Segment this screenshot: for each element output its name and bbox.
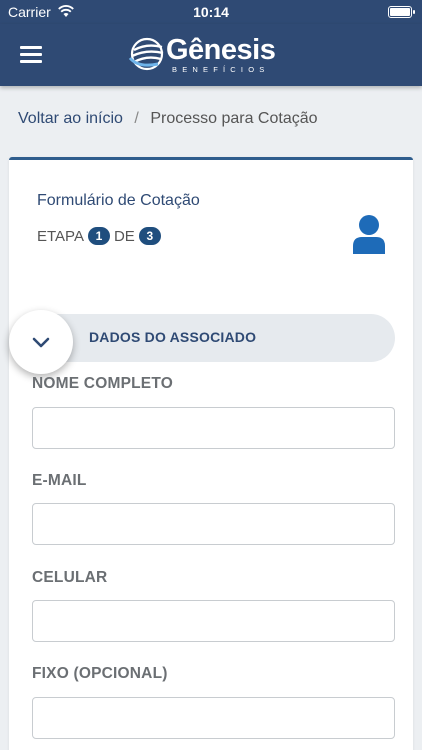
chevron-down-icon — [32, 337, 50, 348]
globe-logo-icon — [128, 37, 164, 71]
step-of: DE — [113, 227, 135, 245]
step-current-badge: 1 — [87, 227, 110, 245]
logo-wordmark: Gênesis — [166, 34, 276, 66]
user-icon — [353, 215, 385, 254]
email-input[interactable] — [32, 503, 395, 545]
breadcrumb: Voltar ao início / Processo para Cotação — [18, 110, 318, 128]
battery-icon — [388, 6, 415, 18]
full-name-input[interactable] — [32, 407, 395, 449]
hamburger-menu-icon[interactable] — [20, 44, 44, 64]
logo-subtitle: BENEFÍCIOS — [172, 65, 270, 74]
step-prefix: ETAPA — [37, 227, 84, 245]
step-indicator: ETAPA 1 DE 3 — [37, 227, 165, 245]
mobile-label: CELULAR — [32, 569, 108, 586]
clock: 10:14 — [193, 4, 229, 20]
collapse-section-button[interactable] — [9, 310, 73, 374]
mobile-input[interactable] — [32, 600, 395, 642]
breadcrumb-home-link[interactable]: Voltar ao início — [18, 110, 123, 127]
section-header-associado[interactable]: DADOS DO ASSOCIADO — [23, 314, 395, 362]
email-label: E-MAIL — [32, 472, 87, 489]
breadcrumb-separator: / — [134, 110, 139, 127]
quote-form-card: Formulário de Cotação ETAPA 1 DE 3 DADOS… — [9, 157, 413, 750]
step-total-badge: 3 — [138, 227, 161, 245]
breadcrumb-current: Processo para Cotação — [150, 110, 318, 127]
form-title: Formulário de Cotação — [37, 192, 200, 209]
status-bar: Carrier 10:14 — [0, 0, 422, 24]
landline-label: FIXO (OPCIONAL) — [32, 665, 168, 682]
section-title: DADOS DO ASSOCIADO — [89, 329, 257, 345]
nav-bar: Gênesis BENEFÍCIOS — [0, 24, 422, 86]
landline-input[interactable] — [32, 697, 395, 739]
genesis-logo: Gênesis BENEFÍCIOS — [128, 32, 298, 78]
name-label: NOME COMPLETO — [32, 375, 173, 392]
